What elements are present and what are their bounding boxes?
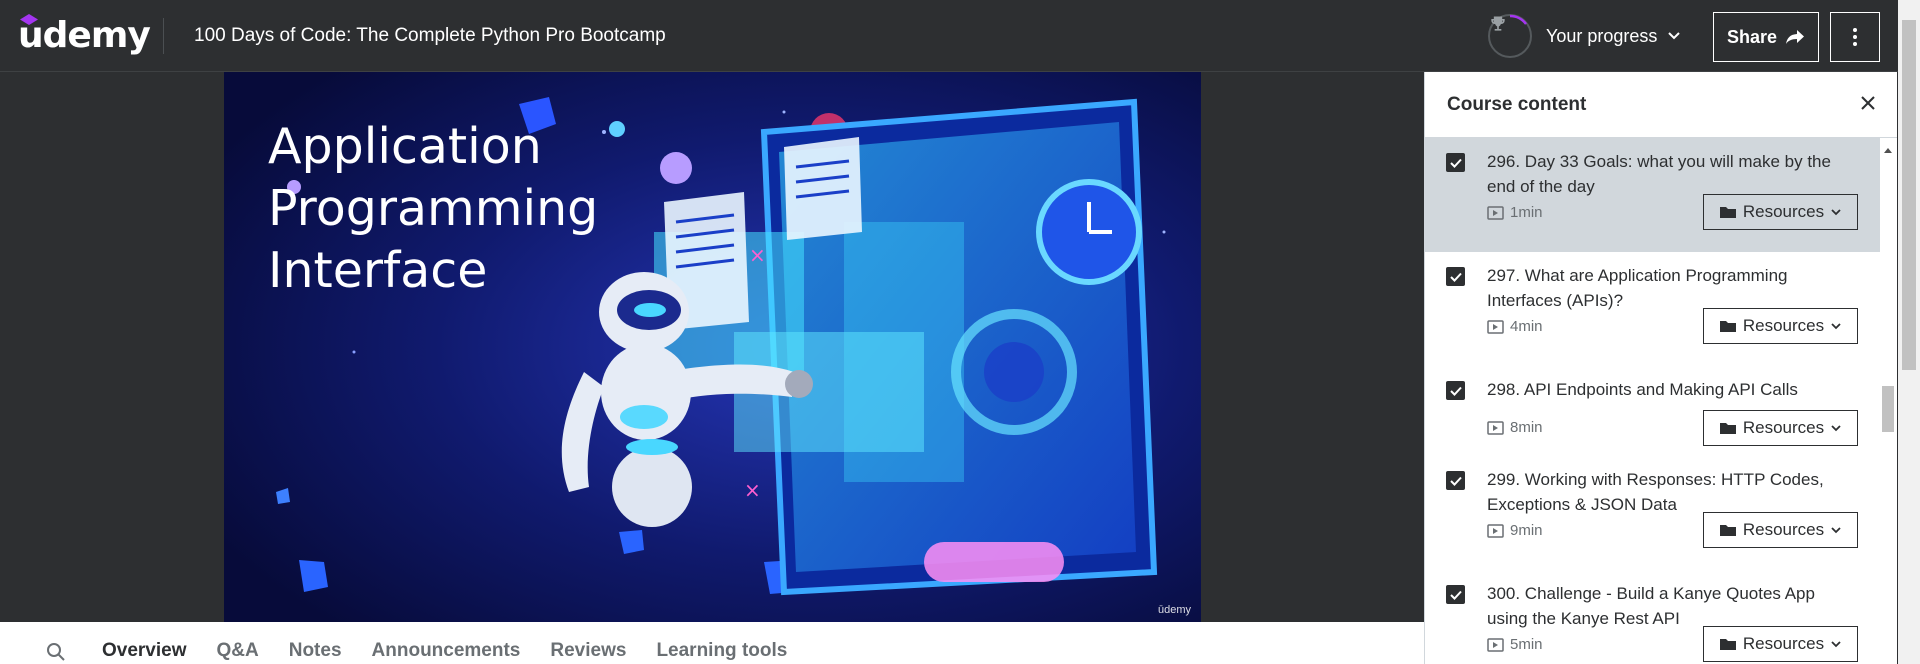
check-icon [1449, 476, 1462, 486]
lecture-item[interactable]: 299. Working with Responses: HTTP Codes,… [1425, 456, 1897, 570]
window-scrollbar[interactable] [1898, 0, 1920, 664]
video-player[interactable]: × × Application Programming Interface ūd… [224, 72, 1201, 622]
lecture-title[interactable]: 296. Day 33 Goals: what you will make by… [1487, 149, 1857, 199]
chevron-down-icon [1831, 641, 1841, 648]
window-scrollbar-thumb[interactable] [1902, 20, 1916, 370]
folder-icon [1719, 207, 1736, 218]
sidebar-scrollbar-thumb[interactable] [1882, 386, 1894, 432]
lecture-duration: 4min [1510, 318, 1543, 335]
chevron-down-icon [1668, 32, 1681, 40]
lecture-item[interactable]: 296. Day 33 Goals: what you will make by… [1425, 138, 1897, 252]
lecture-title[interactable]: 300. Challenge - Build a Kanye Quotes Ap… [1487, 581, 1857, 631]
chevron-down-icon [1831, 323, 1841, 330]
lecture-title[interactable]: 298. API Endpoints and Making API Calls [1487, 377, 1857, 402]
tab-reviews[interactable]: Reviews [550, 640, 626, 662]
svg-text:×: × [744, 478, 761, 502]
tab-announcements[interactable]: Announcements [372, 640, 521, 662]
your-progress-button[interactable]: Your progress [1488, 12, 1681, 60]
folder-icon [1719, 639, 1736, 650]
folder-icon [1719, 321, 1736, 332]
slide-title-line: Application [268, 118, 542, 175]
play-video-icon [1487, 637, 1504, 652]
lecture-meta: 1min [1487, 204, 1543, 221]
logo-hat-icon [20, 14, 38, 25]
lecture-complete-checkbox[interactable] [1446, 267, 1465, 286]
progress-ring [1488, 14, 1532, 58]
slide-title: Application Programming Interface [268, 116, 598, 302]
check-icon [1449, 386, 1462, 396]
lecture-item[interactable]: 298. API Endpoints and Making API Calls … [1425, 366, 1897, 456]
resources-label: Resources [1742, 634, 1825, 653]
resources-dropdown-button[interactable]: Resources [1703, 512, 1858, 548]
resources-dropdown-button[interactable]: Resources [1703, 308, 1858, 344]
folder-icon [1719, 525, 1736, 536]
more-vertical-icon [1853, 28, 1857, 46]
lecture-duration: 5min [1510, 636, 1543, 653]
sidebar-scrollbar[interactable] [1880, 138, 1897, 664]
header-divider [163, 18, 164, 54]
sidebar-header: Course content [1425, 72, 1897, 138]
play-video-icon [1487, 523, 1504, 538]
close-icon[interactable] [1859, 94, 1877, 112]
lecture-title[interactable]: 299. Working with Responses: HTTP Codes,… [1487, 467, 1857, 517]
resources-label: Resources [1742, 202, 1825, 221]
lecture-complete-checkbox[interactable] [1446, 585, 1465, 604]
resources-label: Resources [1742, 520, 1825, 539]
scroll-up-arrow-icon[interactable] [1884, 148, 1892, 153]
lecture-duration: 1min [1510, 204, 1543, 221]
lecture-duration: 8min [1510, 419, 1543, 436]
trophy-icon [1491, 16, 1505, 31]
folder-icon [1719, 423, 1736, 434]
play-video-icon [1487, 205, 1504, 220]
tab-learning-tools[interactable]: Learning tools [656, 640, 787, 662]
play-video-icon [1487, 319, 1504, 334]
check-icon [1449, 272, 1462, 282]
search-icon[interactable] [46, 642, 66, 662]
progress-label: Your progress [1546, 25, 1658, 46]
more-options-button[interactable] [1830, 12, 1880, 62]
course-content-sidebar: Course content 296. Day 33 Goals: what y… [1424, 72, 1897, 664]
lecture-complete-checkbox[interactable] [1446, 153, 1465, 172]
tab-qa[interactable]: Q&A [217, 640, 259, 662]
top-header: udemy 100 Days of Code: The Complete Pyt… [0, 0, 1898, 72]
course-tabs: Overview Q&A Notes Announcements Reviews… [0, 622, 1424, 664]
chevron-down-icon [1831, 425, 1841, 432]
share-label: Share [1726, 26, 1778, 47]
lecture-complete-checkbox[interactable] [1446, 471, 1465, 490]
lecture-title[interactable]: 297. What are Application Programming In… [1487, 263, 1857, 313]
course-title[interactable]: 100 Days of Code: The Complete Python Pr… [194, 0, 666, 72]
sidebar-title: Course content [1447, 93, 1587, 115]
lecture-complete-checkbox[interactable] [1446, 381, 1465, 400]
slide-title-line: Interface [268, 242, 488, 299]
svg-text:×: × [749, 243, 766, 267]
resources-dropdown-button[interactable]: Resources [1703, 626, 1858, 662]
resources-dropdown-button[interactable]: Resources [1703, 410, 1858, 446]
lecture-meta: 5min [1487, 636, 1543, 653]
tab-overview[interactable]: Overview [102, 640, 187, 662]
resources-label: Resources [1742, 316, 1825, 335]
lecture-item[interactable]: 300. Challenge - Build a Kanye Quotes Ap… [1425, 570, 1897, 664]
tab-notes[interactable]: Notes [289, 640, 342, 662]
udemy-logo[interactable]: udemy [18, 12, 151, 60]
resources-label: Resources [1742, 418, 1825, 437]
check-icon [1449, 590, 1462, 600]
lecture-duration: 9min [1510, 522, 1543, 539]
lecture-meta: 8min [1487, 419, 1543, 436]
video-player-area: × × Application Programming Interface ūd… [0, 72, 1424, 622]
check-icon [1449, 158, 1462, 168]
lecture-meta: 4min [1487, 318, 1543, 335]
share-button[interactable]: Share [1713, 12, 1819, 62]
lecture-meta: 9min [1487, 522, 1543, 539]
play-video-icon [1487, 420, 1504, 435]
resources-dropdown-button[interactable]: Resources [1703, 194, 1858, 230]
lecture-item[interactable]: 297. What are Application Programming In… [1425, 252, 1897, 366]
chevron-down-icon [1831, 209, 1841, 216]
slide-title-line: Programming [268, 180, 599, 237]
video-watermark: ūdemy [1157, 604, 1191, 616]
share-arrow-icon [1786, 30, 1805, 44]
chevron-down-icon [1831, 527, 1841, 534]
